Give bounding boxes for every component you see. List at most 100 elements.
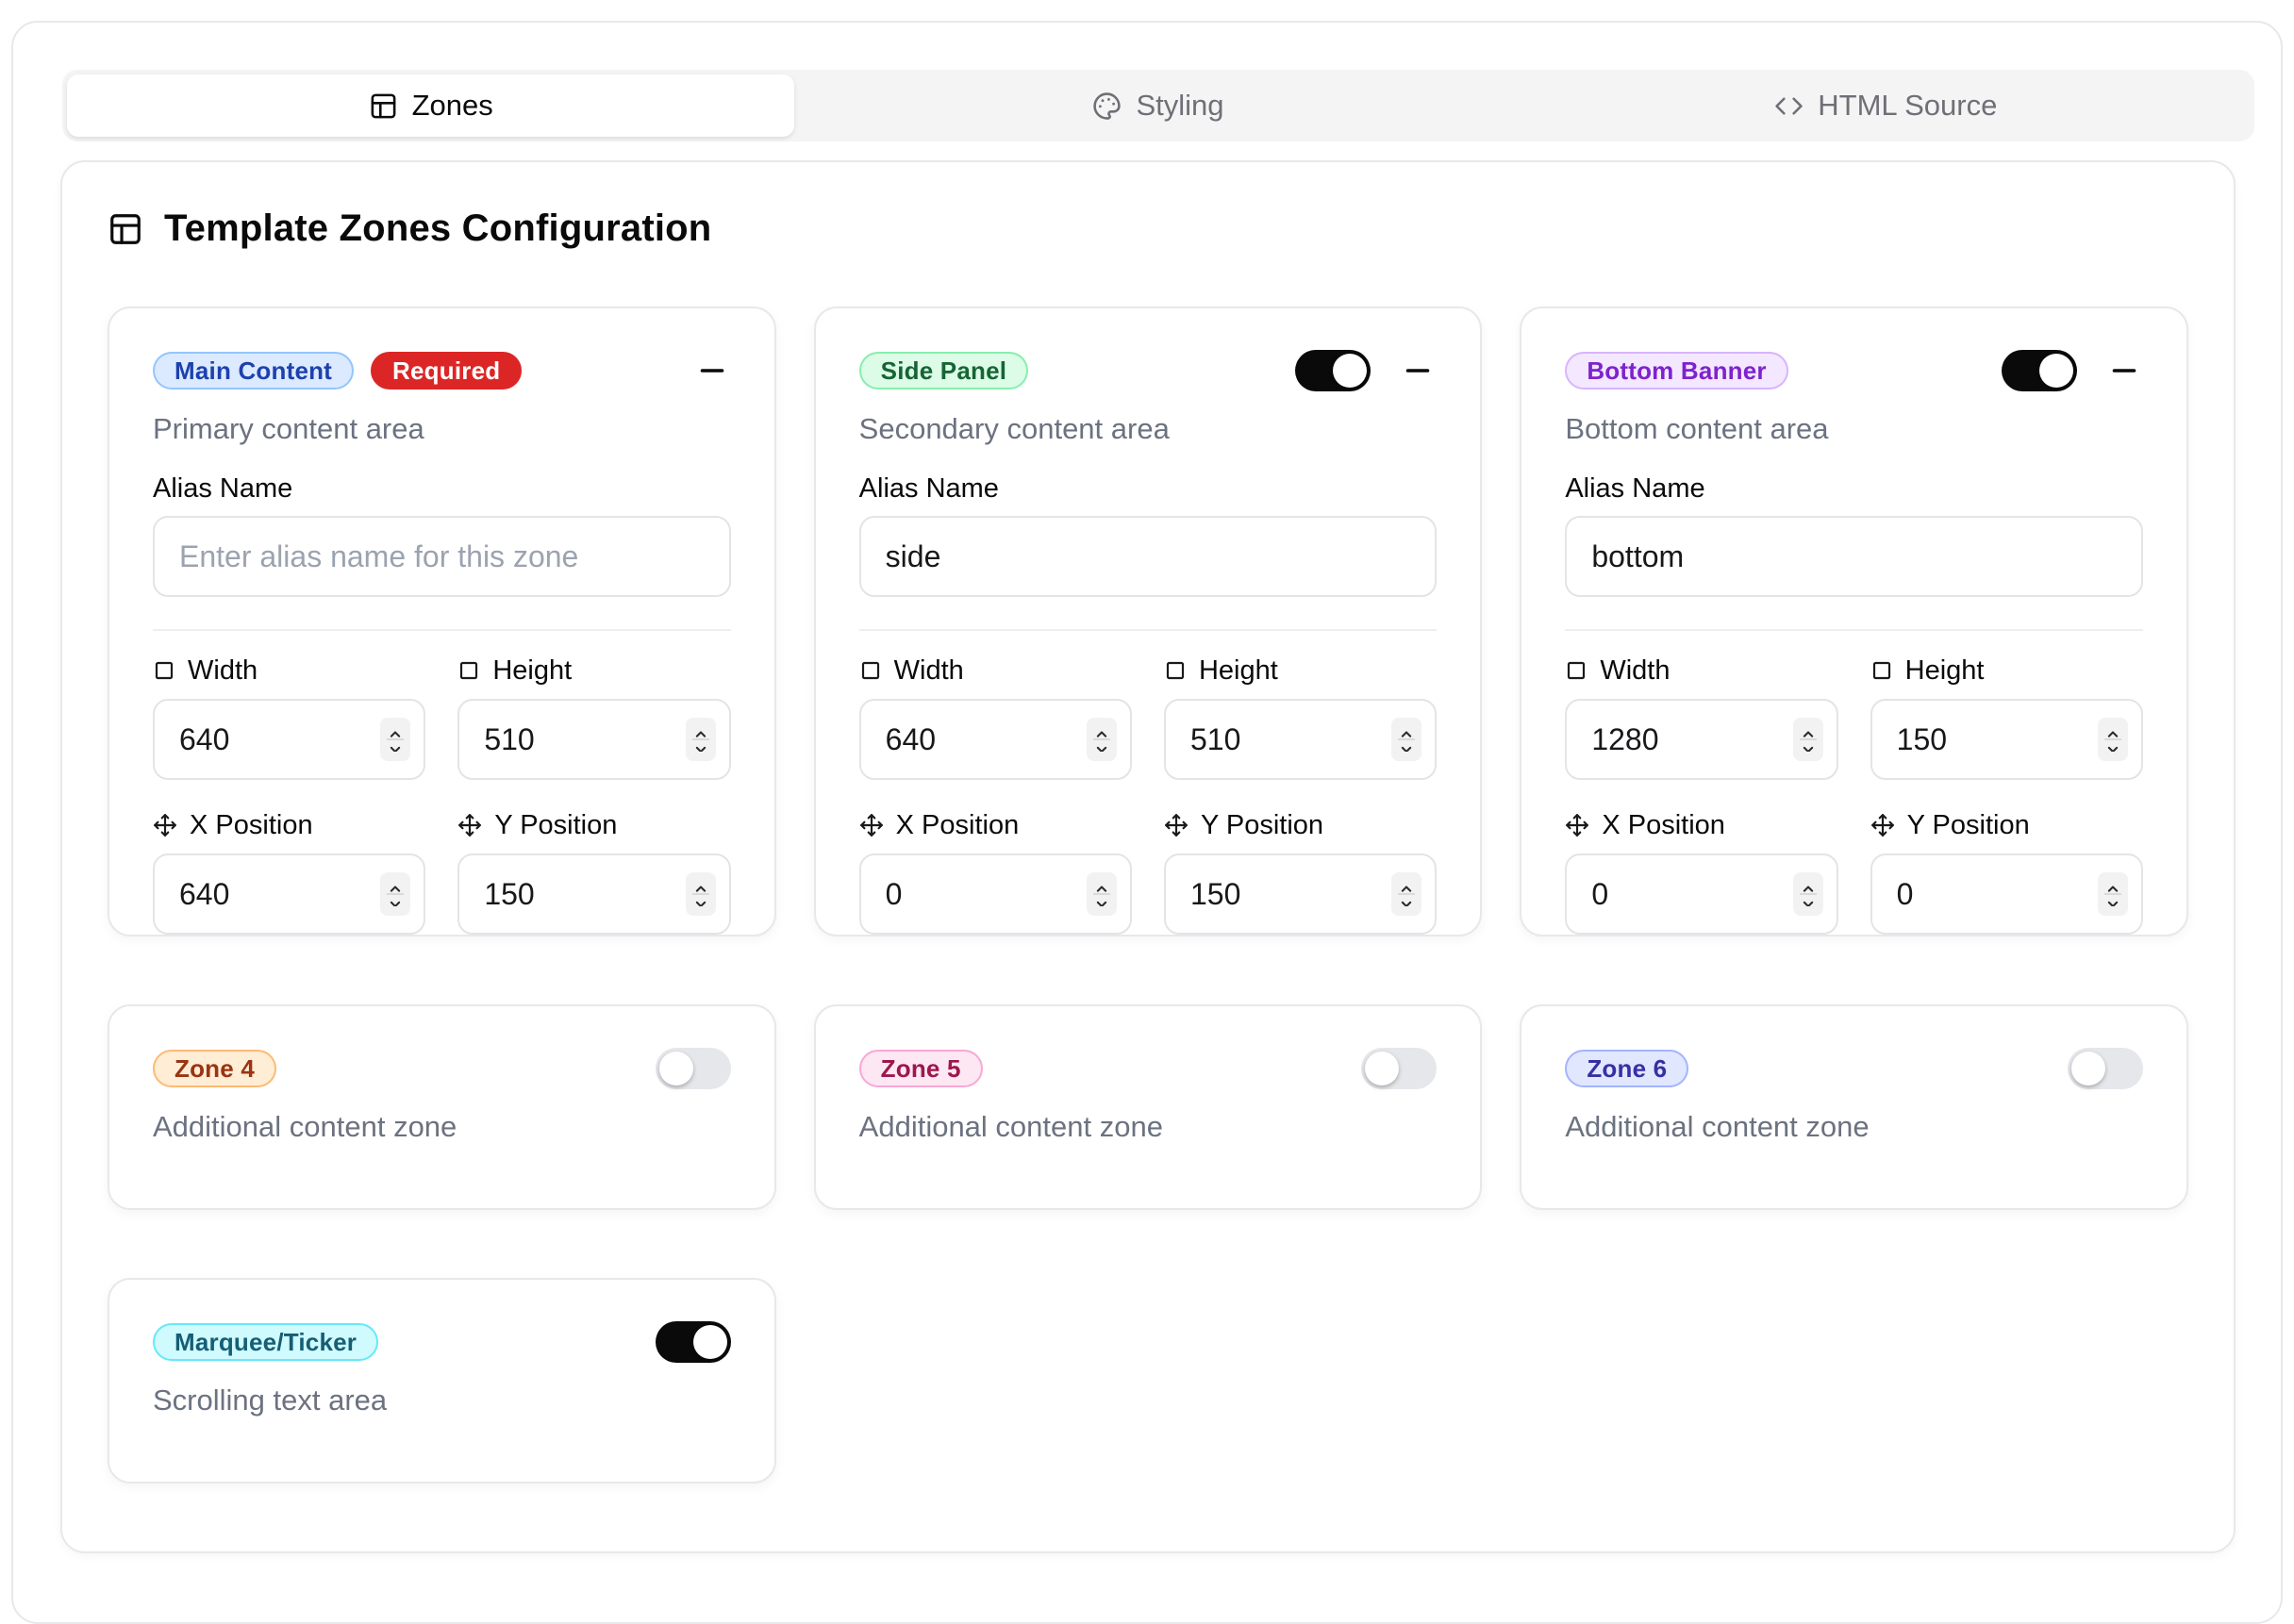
chevron-down-icon [1800,741,1817,752]
tab-styling[interactable]: Styling [794,75,1521,137]
chevron-up-icon [692,727,709,737]
number-stepper[interactable] [380,718,410,761]
square-icon [1565,659,1588,682]
square-icon [153,659,175,682]
number-stepper[interactable] [2098,718,2128,761]
tab-html-source-label: HTML Source [1818,89,1997,123]
chevron-down-icon [1093,741,1110,752]
chevron-down-icon [387,741,404,752]
collapse-zone-button[interactable] [2105,352,2143,389]
chevron-up-icon [1398,727,1415,737]
height-label: Height [1905,654,1985,688]
y-position-label: Y Position [1201,808,1323,842]
number-stepper[interactable] [686,718,716,761]
collapse-zone-button[interactable] [693,352,731,389]
x-position-label: X Position [896,808,1020,842]
zone-description: Primary content area [153,412,731,446]
zone-enabled-toggle[interactable] [2068,1048,2143,1089]
alias-name-input[interactable] [1565,516,2143,597]
chevron-up-icon [1093,882,1110,892]
move-icon [153,813,177,837]
number-stepper[interactable] [1793,718,1823,761]
width-label: Width [894,654,964,688]
palette-icon [1092,91,1122,121]
zone-card-zone-4: Zone 4 Additional content zone [108,1004,776,1210]
move-icon [1565,813,1589,837]
y-position-label: Y Position [1907,808,2030,842]
chevron-down-icon [387,896,404,906]
zone-name-badge: Zone 6 [1565,1050,1688,1087]
code-icon [1774,91,1804,121]
zone-enabled-toggle[interactable] [1295,350,1371,391]
square-icon [1164,659,1187,682]
zone-enabled-toggle[interactable] [2002,350,2077,391]
minus-icon [2107,354,2141,388]
zone-card-side-panel: Side Panel Secondary content area Alias … [814,307,1483,936]
alias-name-label: Alias Name [1565,472,2143,505]
alias-name-input[interactable] [153,516,731,597]
zone-name-badge: Marquee/Ticker [153,1323,378,1361]
number-stepper[interactable] [380,872,410,916]
height-label: Height [1199,654,1278,688]
collapse-zone-button[interactable] [1399,352,1437,389]
zone-card-zone-5: Zone 5 Additional content zone [814,1004,1483,1210]
chevron-up-icon [692,882,709,892]
tab-zones[interactable]: Zones [67,75,794,137]
chevron-down-icon [692,741,709,752]
zone-enabled-toggle[interactable] [656,1321,731,1363]
move-icon [457,813,482,837]
zone-enabled-toggle[interactable] [656,1048,731,1089]
tab-html-source[interactable]: HTML Source [1522,75,2250,137]
zones-config-section: Template Zones Configuration Main Conten… [60,160,2236,1553]
alias-name-label: Alias Name [859,472,1438,505]
zone-name-badge: Zone 4 [153,1050,276,1087]
move-icon [1870,813,1895,837]
layout-panel-icon [108,211,143,247]
chevron-down-icon [1093,896,1110,906]
x-position-label: X Position [190,808,313,842]
number-stepper[interactable] [686,872,716,916]
number-stepper[interactable] [1087,718,1117,761]
zone-name-badge: Side Panel [859,352,1029,389]
zone-card-marquee-ticker: Marquee/Ticker Scrolling text area [108,1278,776,1483]
width-label: Width [1600,654,1670,688]
alias-name-input[interactable] [859,516,1438,597]
divider [1565,629,2143,631]
zone-card-main-content: Main Content Required Primary content ar… [108,307,776,936]
chevron-up-icon [387,882,404,892]
section-header: Template Zones Configuration [108,207,2188,250]
square-icon [1870,659,1893,682]
chevron-down-icon [1398,741,1415,752]
chevron-up-icon [1800,727,1817,737]
divider [859,629,1438,631]
minus-icon [695,354,729,388]
zone-description: Scrolling text area [153,1384,731,1417]
layout-panel-icon [369,91,398,121]
height-label: Height [492,654,572,688]
tab-styling-label: Styling [1136,89,1223,123]
chevron-down-icon [1800,896,1817,906]
tab-zones-label: Zones [412,89,493,123]
x-position-label: X Position [1602,808,1725,842]
chevron-up-icon [1398,882,1415,892]
minus-icon [1401,354,1435,388]
chevron-up-icon [1800,882,1817,892]
page-title: Template Zones Configuration [164,207,711,250]
app-container: Zones Styling HTML Source Template Zones… [11,21,2283,1624]
number-stepper[interactable] [1391,718,1421,761]
number-stepper[interactable] [1793,872,1823,916]
chevron-up-icon [2104,882,2121,892]
chevron-down-icon [692,896,709,906]
square-icon [859,659,882,682]
y-position-label: Y Position [494,808,617,842]
square-icon [457,659,480,682]
chevron-down-icon [2104,896,2121,906]
number-stepper[interactable] [1391,872,1421,916]
zone-enabled-toggle[interactable] [1361,1048,1437,1089]
number-stepper[interactable] [1087,872,1117,916]
zone-grid: Main Content Required Primary content ar… [108,307,2188,1483]
number-stepper[interactable] [2098,872,2128,916]
zone-description: Bottom content area [1565,412,2143,446]
tab-bar: Zones Styling HTML Source [62,70,2254,141]
zone-description: Secondary content area [859,412,1438,446]
